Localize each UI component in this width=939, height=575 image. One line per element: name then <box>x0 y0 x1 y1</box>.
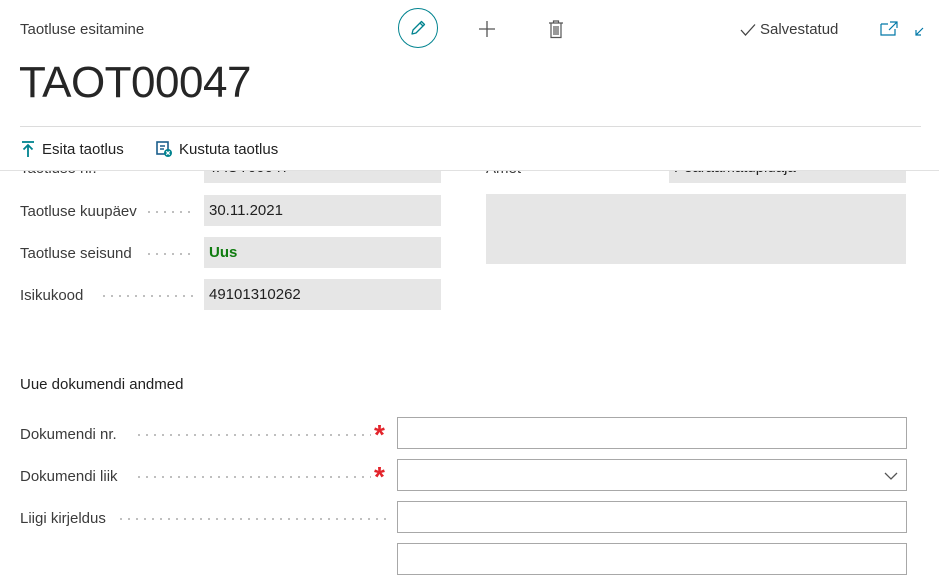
personal-code-field[interactable]: 49101310262 <box>204 279 441 310</box>
leader-dots <box>145 211 195 213</box>
request-status-field[interactable]: Uus <box>204 237 441 268</box>
delete-document-icon <box>156 141 172 157</box>
delete-request-button[interactable]: Kustuta taotlus <box>155 140 278 158</box>
delete-request-label: Kustuta taotlus <box>179 140 279 158</box>
required-indicator: * <box>374 419 385 450</box>
open-new-window-button[interactable] <box>878 18 900 40</box>
submit-request-label: Esita taotlus <box>42 140 124 158</box>
action-bar: Esita taotlus Kustuta taotlus <box>0 127 939 171</box>
document-type-label: Dokumendi liik <box>20 468 118 485</box>
delete-button[interactable] <box>544 16 568 42</box>
upload-arrow-icon <box>22 141 34 157</box>
check-icon <box>740 23 756 36</box>
collapse-button[interactable] <box>913 24 927 40</box>
page-title: TAOT00047 <box>19 58 251 107</box>
trash-icon <box>549 20 563 39</box>
leader-dots <box>145 253 195 255</box>
page-caption: Taotluse esitamine <box>20 21 145 38</box>
required-indicator: * <box>374 461 385 492</box>
type-description-label: Liigi kirjeldus <box>20 510 106 527</box>
saved-status-label: Salvestatud <box>760 21 839 38</box>
submit-request-button[interactable]: Esita taotlus <box>20 140 124 158</box>
section-title-new-document: Uue dokumendi andmed <box>20 376 184 393</box>
plus-icon <box>479 21 495 37</box>
request-status-label: Taotluse seisund <box>20 245 132 262</box>
open-new-window-icon <box>880 21 898 36</box>
pencil-icon <box>411 20 426 35</box>
saved-status: Salvestatud <box>739 21 838 38</box>
next-field-input[interactable] <box>397 543 907 575</box>
request-date-label: Taotluse kuupäev <box>20 203 137 220</box>
new-button[interactable] <box>474 16 500 42</box>
collapse-arrow-icon <box>915 27 924 36</box>
document-no-label: Dokumendi nr. <box>20 426 117 443</box>
leader-dots <box>100 295 195 297</box>
personal-code-label: Isikukood <box>20 287 84 304</box>
position-details-box <box>486 194 906 264</box>
leader-dots <box>135 476 371 478</box>
type-description-input[interactable] <box>397 501 907 533</box>
chevron-down-icon <box>884 472 898 480</box>
request-date-field[interactable]: 30.11.2021 <box>204 195 441 226</box>
leader-dots <box>117 518 389 520</box>
document-no-input[interactable] <box>397 417 907 449</box>
edit-button[interactable] <box>398 8 438 48</box>
document-type-select[interactable] <box>397 459 907 491</box>
leader-dots <box>135 434 371 436</box>
